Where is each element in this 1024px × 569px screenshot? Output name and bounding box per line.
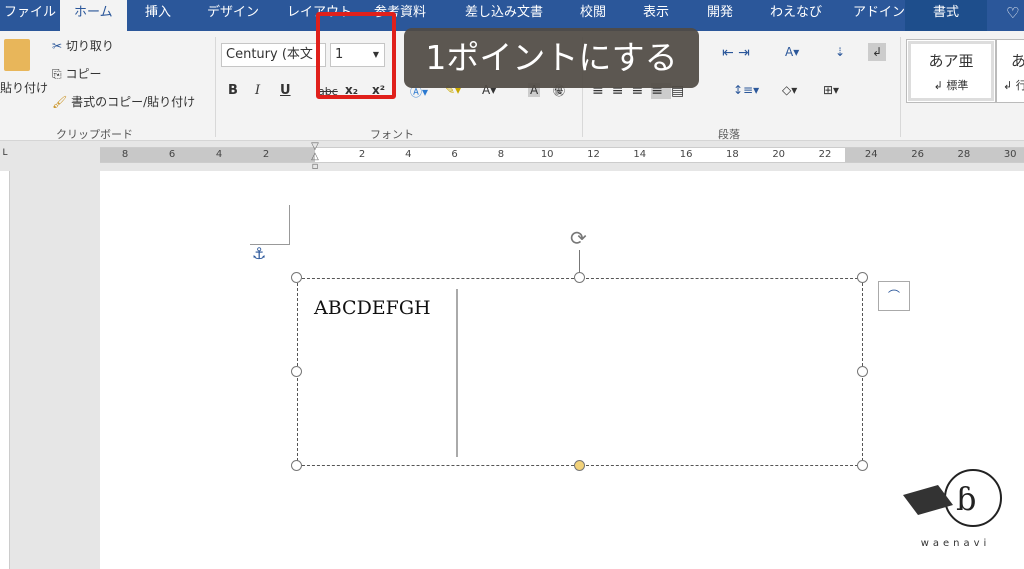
ruler-number: 20 <box>772 149 786 160</box>
ruler-number: 26 <box>911 149 924 160</box>
ruler-number: 8 <box>497 149 505 160</box>
format-painter-button[interactable]: 🖌 書式のコピー/貼り付け <box>52 93 195 110</box>
ruler-number: 28 <box>957 149 971 160</box>
ribbon-tabs: ファイル ホーム 挿入 デザイン レイアウト 参考資料 差し込み文書 校閲 表示… <box>0 0 1024 31</box>
resize-handle[interactable] <box>291 272 302 283</box>
waenavi-logo: ɓ waenavi <box>898 465 1013 549</box>
italic-button[interactable]: I <box>255 83 260 98</box>
tab-developer[interactable]: 開発 <box>707 0 733 31</box>
tab-home[interactable]: ホーム <box>60 0 127 31</box>
scissors-icon: ✂ <box>52 39 63 53</box>
tab-waenavi[interactable]: わえなび <box>770 0 822 31</box>
borders-icon[interactable]: ⊞▾ <box>823 83 839 97</box>
ruler-number: 30 <box>1003 149 1017 160</box>
resize-handle[interactable] <box>291 366 302 377</box>
style-normal[interactable]: あア亜 ↲ 標準 <box>906 39 996 103</box>
asian-layout-icon[interactable]: A▾ <box>785 45 799 59</box>
paste-icon[interactable] <box>4 39 30 71</box>
tab-mailings[interactable]: 差し込み文書 <box>465 0 543 31</box>
horizontal-ruler[interactable]: 8 6 4 2 2 4 6 8 10 12 14 16 18 20 22 24 26 28 30 <box>100 147 1024 163</box>
resize-handle[interactable] <box>857 460 868 471</box>
line-spacing-icon[interactable]: ↕≡▾ <box>733 83 759 97</box>
ruler-number: 6 <box>451 149 458 160</box>
anchor-icon: ⚓ <box>252 244 267 263</box>
shading-icon[interactable]: ◇▾ <box>782 83 797 97</box>
margin-corner <box>250 205 290 245</box>
underline-button[interactable]: U <box>280 83 291 98</box>
caption-overlay: 1ポイントにする <box>404 28 699 88</box>
ruler-number: 4 <box>405 149 412 160</box>
ruler-number: 2 <box>358 149 366 160</box>
highlight-box <box>316 12 396 99</box>
rotate-handle-icon[interactable]: ⟳ <box>570 226 587 250</box>
ruler-number: 18 <box>726 149 739 160</box>
resize-handle[interactable] <box>857 272 868 283</box>
ruler-number: 24 <box>864 149 878 160</box>
textbox-text[interactable]: ABCDEFGH <box>314 297 431 319</box>
tab-file[interactable]: ファイル <box>4 0 56 31</box>
ruler-number: 12 <box>587 149 600 160</box>
indent-icons[interactable]: ⇤ ⇥ <box>722 45 750 61</box>
clipboard-group-label: クリップボード <box>56 128 133 141</box>
paste-button[interactable]: 貼り付け <box>0 79 48 96</box>
brush-icon: 🖌 <box>52 95 68 109</box>
tab-addins[interactable]: アドイン <box>853 0 905 31</box>
resize-handle[interactable] <box>574 272 585 283</box>
vertical-ruler[interactable] <box>0 171 10 569</box>
show-marks-icon[interactable]: ↲ <box>868 43 887 61</box>
tab-selector[interactable]: L <box>0 148 10 162</box>
lightbulb-icon[interactable]: ♡ <box>1006 0 1019 31</box>
style-next[interactable]: あ ↲ 行 <box>996 39 1024 103</box>
sort-icon[interactable]: ⇣ <box>835 45 845 59</box>
copy-icon: ⎘ <box>52 67 62 81</box>
resize-handle[interactable] <box>291 460 302 471</box>
ruler-number: 4 <box>215 149 223 160</box>
ruler-number: 8 <box>121 149 129 160</box>
tab-design[interactable]: デザイン <box>207 0 259 31</box>
text-box[interactable]: ABCDEFGH <box>297 278 863 466</box>
ruler-number: 16 <box>679 149 693 160</box>
bold-button[interactable]: B <box>228 83 238 98</box>
cut-button[interactable]: ✂ 切り取り <box>52 37 114 54</box>
document-margin <box>10 171 100 569</box>
font-name-select[interactable]: Century (本文 <box>221 43 326 67</box>
tab-insert[interactable]: 挿入 <box>145 0 171 31</box>
paragraph-group-label: 段落 <box>718 128 740 141</box>
font-group-label: フォント <box>370 128 414 141</box>
layout-options-icon[interactable]: ⌒ <box>878 281 910 311</box>
ruler-number: 10 <box>540 149 554 160</box>
ruler-number: 22 <box>818 149 832 160</box>
resize-handle[interactable] <box>574 460 585 471</box>
ruler-number: 14 <box>633 149 647 160</box>
resize-handle[interactable] <box>857 366 868 377</box>
svg-text:ɓ: ɓ <box>956 480 976 518</box>
ruler-number: 2 <box>262 149 270 160</box>
tab-review[interactable]: 校閲 <box>580 0 606 31</box>
indent-marker[interactable]: ▽ △ ▫ <box>309 142 321 172</box>
tab-format[interactable]: 書式 <box>905 0 988 31</box>
copy-button[interactable]: ⎘ コピー <box>52 65 101 82</box>
tab-view[interactable]: 表示 <box>643 0 669 31</box>
vertical-line-shape[interactable] <box>456 289 458 457</box>
ruler-number: 6 <box>168 149 176 160</box>
